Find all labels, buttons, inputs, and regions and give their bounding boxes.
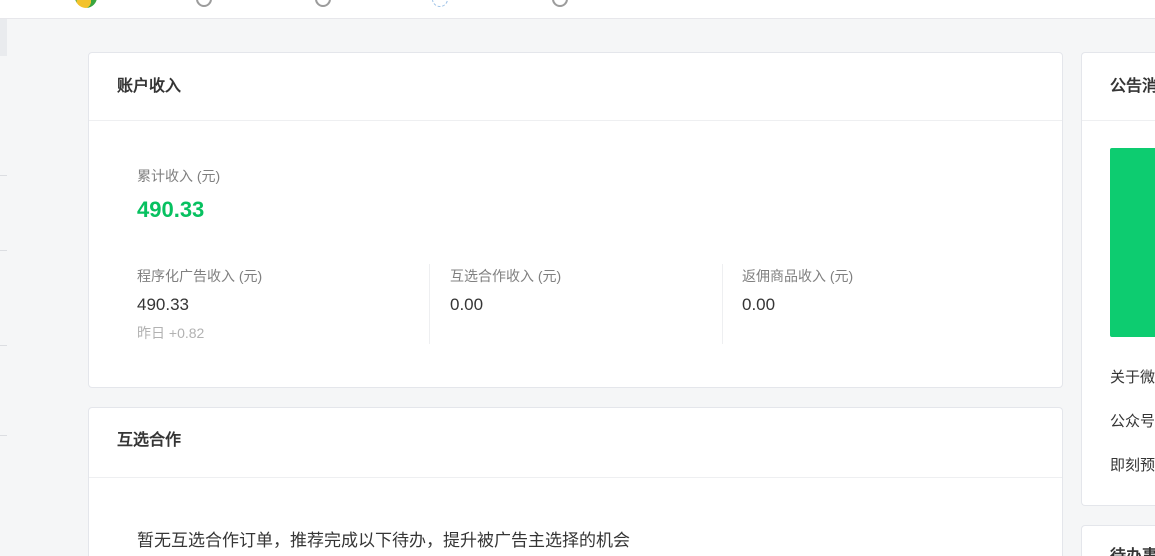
total-income-value: 490.33	[137, 197, 205, 222]
card-header-divider	[89, 477, 1062, 478]
todo-card: 待办事	[1081, 525, 1155, 556]
account-avatar-icon[interactable]	[75, 0, 97, 8]
sidebar-divider	[0, 345, 7, 346]
mutual-selection-income-label: 互选合作收入 (元)	[450, 268, 562, 284]
sidebar	[0, 19, 7, 556]
top-nav-bar	[0, 0, 1155, 19]
column-divider	[429, 264, 430, 344]
yesterday-change: 昨日 +0.82	[137, 325, 205, 341]
programmatic-ad-income-value: 490.33	[137, 295, 189, 314]
sidebar-divider	[0, 250, 7, 251]
cooperation-card: 互选合作 暂无互选合作订单，推荐完成以下待办，提升被广告主选择的机会	[88, 407, 1063, 556]
cooperation-title: 互选合作	[117, 432, 182, 449]
announcement-item[interactable]: 关于微	[1110, 367, 1155, 389]
card-header-divider	[89, 120, 1062, 121]
card-header-divider	[1082, 120, 1155, 121]
announcements-title: 公告消	[1110, 78, 1155, 95]
commission-goods-income-label: 返佣商品收入 (元)	[742, 268, 854, 284]
todo-title: 待办事	[1110, 547, 1155, 556]
account-income-card: 账户收入 累计收入 (元) 490.33 程序化广告收入 (元) 490.33 …	[88, 52, 1063, 388]
commission-goods-income-value: 0.00	[742, 295, 776, 314]
sidebar-divider	[0, 435, 7, 436]
nav-circle-icon[interactable]	[552, 0, 568, 7]
nav-dashed-circle-icon[interactable]	[432, 0, 448, 7]
programmatic-ad-income-label: 程序化广告收入 (元)	[137, 268, 263, 284]
announcements-card: 公告消 关于微 公众号 即刻预	[1081, 52, 1155, 506]
sidebar-divider	[0, 175, 7, 176]
announcement-item[interactable]: 公众号	[1110, 411, 1155, 433]
nav-circle-icon[interactable]	[196, 0, 212, 7]
announcement-item[interactable]: 即刻预	[1110, 455, 1155, 477]
announcement-banner[interactable]	[1110, 148, 1155, 337]
sidebar-item-active[interactable]	[0, 19, 7, 56]
account-income-title: 账户收入	[117, 78, 182, 95]
cooperation-empty-text: 暂无互选合作订单，推荐完成以下待办，提升被广告主选择的机会	[137, 531, 630, 550]
column-divider	[722, 264, 723, 344]
total-income-label: 累计收入 (元)	[137, 168, 221, 184]
nav-circle-icon[interactable]	[315, 0, 331, 7]
mutual-selection-income-value: 0.00	[450, 295, 484, 314]
